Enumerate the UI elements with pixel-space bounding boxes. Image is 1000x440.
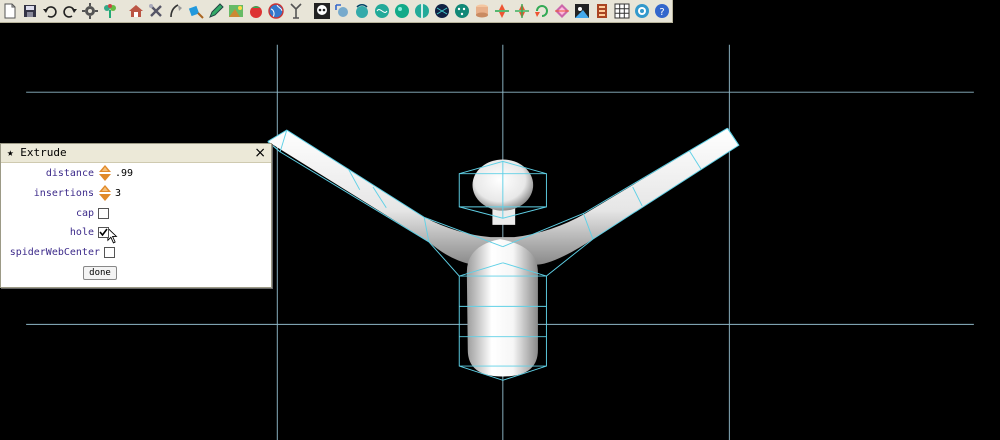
skull-icon (314, 3, 330, 19)
toolbar-button-spinner-cross[interactable] (513, 2, 531, 20)
toolbar-button-sphere-twist[interactable] (373, 2, 391, 20)
toolbar-button-sphere-dark[interactable] (433, 2, 451, 20)
star-icon: ★ (7, 146, 14, 159)
house-icon (129, 5, 143, 17)
toolbar-button-spinner-arc[interactable] (533, 2, 551, 20)
toolbar-button-house[interactable] (127, 2, 145, 20)
panel-title-text: Extrude (20, 146, 67, 159)
toolbar-button-redo[interactable] (61, 2, 79, 20)
insertions-value[interactable]: 3 (115, 188, 121, 199)
cap-label: cap (75, 207, 94, 219)
toolbar-button-sphere-move[interactable] (333, 2, 351, 20)
toolbar-button-lamp[interactable] (167, 2, 185, 20)
toolbar-button-film-strip[interactable] (593, 2, 611, 20)
distance-value[interactable]: .99 (115, 168, 133, 179)
sphere-teal-icon (395, 4, 409, 18)
toolbar-button-skull[interactable] (313, 2, 331, 20)
figure-body (466, 239, 538, 377)
toolbar-button-gear[interactable] (81, 2, 99, 20)
insertions-row: insertions 3 (1, 185, 121, 201)
redo-icon (63, 6, 77, 18)
cap-row: cap (1, 205, 109, 221)
toolbar-button-spinner-red[interactable] (493, 2, 511, 20)
toolbar-button-tools[interactable] (147, 2, 165, 20)
paint-brush-icon (188, 5, 204, 19)
film-strip-icon (597, 4, 607, 18)
toolbar-button-new-file[interactable] (1, 2, 19, 20)
help-icon: ? (655, 4, 669, 18)
svg-text:?: ? (659, 7, 664, 18)
extrude-panel: ★ Extrude × distance .99 insertions 3 ca… (0, 143, 272, 288)
spinner-red-icon (495, 4, 509, 18)
toolbar-button-undo[interactable] (41, 2, 59, 20)
close-button[interactable]: × (254, 144, 266, 162)
spiderwebcenter-label: spiderWebCenter (9, 246, 100, 258)
insertions-label: insertions (33, 187, 94, 199)
toolbar-button-pencil[interactable] (207, 2, 225, 20)
cap-checkbox[interactable] (98, 207, 109, 219)
sphere-cut-icon (415, 4, 429, 18)
spiderwebcenter-checkbox[interactable] (104, 246, 115, 258)
save-icon (24, 5, 36, 17)
tools-icon (149, 4, 162, 17)
spiderwebcenter-row: spiderWebCenter (1, 244, 115, 260)
undo-icon (43, 6, 57, 18)
toolbar-button-picture[interactable] (573, 2, 591, 20)
spinner-cross-icon (515, 4, 529, 18)
image-icon (229, 5, 243, 17)
toolbar-button-save[interactable] (21, 2, 39, 20)
distance-label: distance (45, 167, 94, 179)
toolbar-button-sphere-grab[interactable] (353, 2, 371, 20)
lamp-icon (170, 4, 182, 18)
toolbar-button-sphere-teal[interactable] (393, 2, 411, 20)
toolbar-button-diamond[interactable] (553, 2, 571, 20)
diamond-icon (555, 4, 569, 18)
figure-icon (290, 3, 302, 19)
new-file-icon (4, 3, 16, 19)
toolbar: ? (0, 0, 673, 23)
toolbar-button-paint-brush[interactable] (187, 2, 205, 20)
hole-label: hole (69, 226, 94, 238)
toolbar-button-figure[interactable] (287, 2, 305, 20)
cylinder-icon (476, 4, 488, 18)
sphere-move-icon (335, 4, 348, 17)
distance-row: distance .99 (1, 165, 133, 181)
panel-titlebar[interactable]: ★ Extrude × (1, 144, 271, 163)
grid-icon (614, 3, 630, 19)
sphere-dark-icon (435, 4, 449, 18)
distance-spinner-icon[interactable] (98, 165, 112, 181)
toolbar-button-wheel[interactable] (633, 2, 651, 20)
hole-row: hole (1, 224, 119, 244)
hole-checkbox[interactable] (98, 226, 109, 238)
sphere-dots-icon (455, 4, 469, 18)
sphere-twist-icon (375, 4, 389, 18)
insertions-spinner-icon[interactable] (98, 185, 112, 201)
toolbar-button-cylinder[interactable] (473, 2, 491, 20)
done-button[interactable]: done (83, 266, 117, 280)
toolbar-button-grid[interactable] (613, 2, 631, 20)
gear-icon (82, 3, 98, 19)
spinner-arc-icon (535, 5, 548, 17)
pencil-icon (209, 3, 224, 18)
wheel-icon (635, 4, 649, 18)
toolbar-button-plant[interactable] (101, 2, 119, 20)
toolbar-button-sphere-dots[interactable] (453, 2, 471, 20)
toolbar-button-tomato[interactable] (247, 2, 265, 20)
toolbar-button-help[interactable]: ? (653, 2, 671, 20)
plant-icon (104, 4, 116, 18)
tomato-icon (250, 6, 262, 18)
globe-icon (268, 3, 284, 19)
toolbar-button-image[interactable] (227, 2, 245, 20)
toolbar-button-sphere-cut[interactable] (413, 2, 431, 20)
picture-icon (575, 4, 589, 18)
sphere-grab-icon (356, 3, 368, 18)
toolbar-button-globe[interactable] (267, 2, 285, 20)
check-mark-icon (99, 228, 108, 236)
panel-title: ★ Extrude (7, 146, 67, 159)
